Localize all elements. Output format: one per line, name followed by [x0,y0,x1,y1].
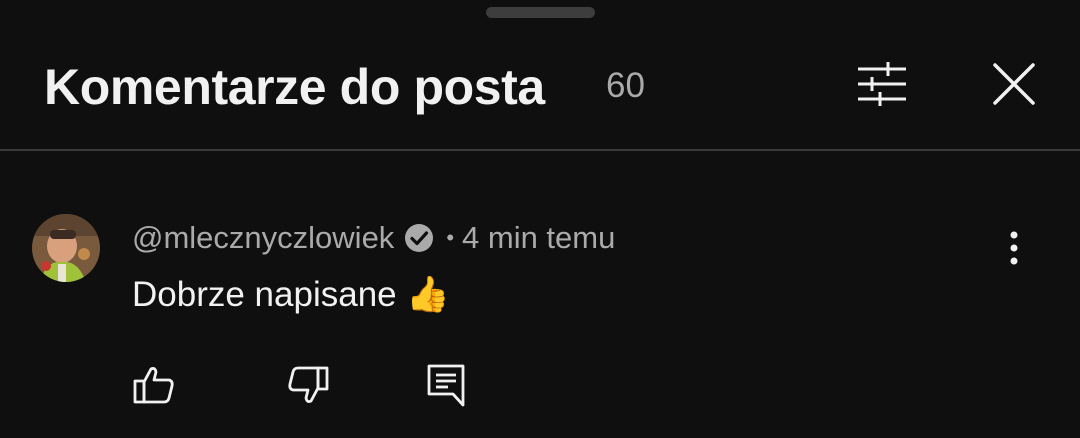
comment-text: Dobrze napisane 👍 [132,275,450,314]
verified-check-icon [405,224,434,252]
comment-meta: @mlecznyczlowiek • 4 min temu [132,220,615,256]
divider [0,149,1080,151]
dislike-button[interactable] [283,360,333,410]
like-button[interactable] [129,360,179,410]
sort-filter-button[interactable] [848,56,916,112]
close-icon [993,63,1035,105]
drag-handle[interactable] [486,7,595,18]
comments-header: Komentarze do posta 60 [0,40,1080,136]
comment-item: @mlecznyczlowiek • 4 min temu Dobrze nap… [0,200,1080,438]
reply-icon [427,364,465,407]
reply-button[interactable] [421,360,471,410]
sliders-icon [858,62,906,106]
more-options-button[interactable] [994,228,1034,268]
like-icon [133,367,174,404]
comment-actions [0,360,1080,410]
meta-separator: • [446,225,455,250]
comment-count: 60 [606,66,645,105]
page-title: Komentarze do posta [44,59,545,115]
author-name[interactable]: @mlecznyczlowiek [132,220,394,256]
comment-timestamp: 4 min temu [462,220,616,255]
close-button[interactable] [984,54,1044,114]
dislike-icon [288,366,329,403]
avatar[interactable] [32,214,100,282]
more-vertical-icon [1010,231,1018,265]
